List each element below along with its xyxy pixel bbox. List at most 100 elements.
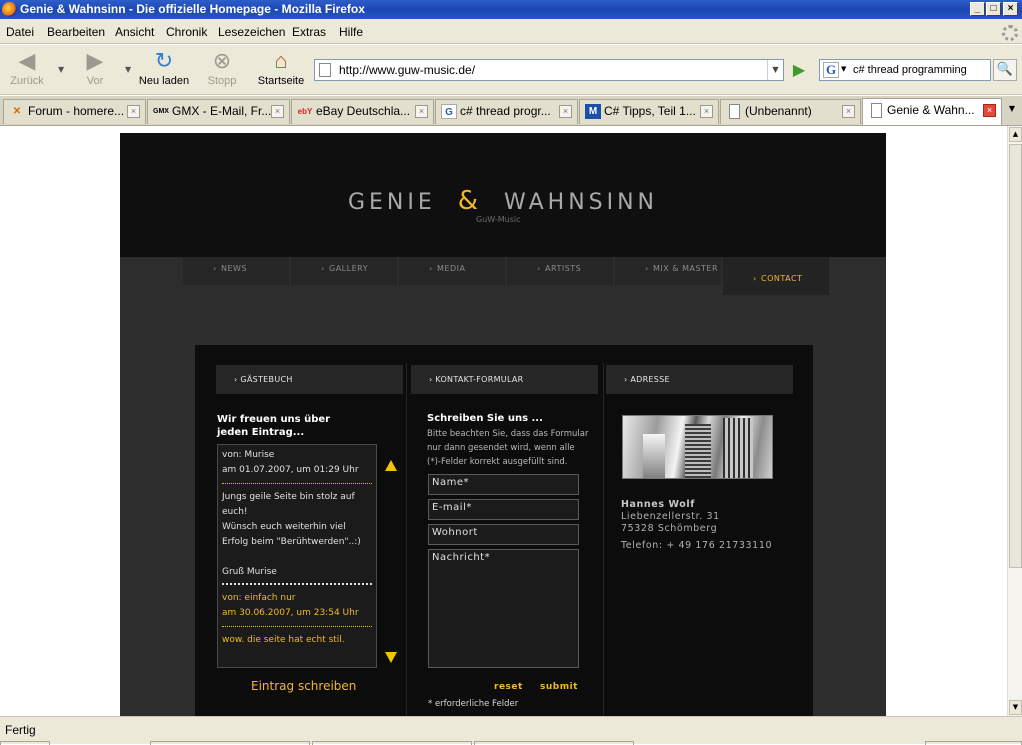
city-field[interactable]: Wohnort — [428, 524, 579, 545]
gmx-favicon: GMX — [153, 108, 169, 115]
scroll-up-icon[interactable]: ▲ — [1009, 127, 1022, 142]
minimize-button[interactable]: _ — [970, 2, 985, 16]
home-button[interactable]: ⌂ Startseite — [254, 48, 308, 88]
forward-dropdown-icon[interactable]: ▼ — [125, 65, 131, 74]
vertical-scrollbar[interactable]: ▲ ▼ — [1007, 126, 1022, 716]
address-heading: › ADRESSE — [606, 365, 793, 394]
tab-unbenannt[interactable]: (Unbenannt) × — [720, 99, 861, 124]
contact-form-heading: › KONTAKT-FORMULAR — [411, 365, 598, 394]
tab-close-icon[interactable]: × — [700, 105, 713, 118]
tab-close-icon[interactable]: × — [127, 105, 140, 118]
tab-close-icon[interactable]: × — [983, 104, 996, 117]
stop-icon: ⊗ — [212, 48, 232, 73]
logo-subtitle: GuW-Music — [476, 215, 521, 224]
nav-gallery[interactable]: › GALLERY — [291, 257, 397, 285]
nav-contact[interactable]: › CONTACT — [723, 257, 829, 295]
required-note: * erforderliche Felder — [428, 699, 519, 709]
go-arrow-icon[interactable]: ▶ — [789, 60, 809, 80]
tab-close-icon[interactable]: × — [415, 105, 428, 118]
tab-list-dropdown-icon[interactable]: ▼ — [1005, 104, 1019, 118]
url-dropdown-icon[interactable]: ▼ — [767, 60, 783, 80]
content-panel: › GÄSTEBUCH Wir freuen uns über jeden Ei… — [195, 345, 813, 716]
google-engine-icon[interactable]: G — [823, 62, 839, 78]
google-favicon: G — [441, 104, 457, 119]
guestbook-entries[interactable]: von: Murise am 01.07.2007, um 01:29 Uhr … — [217, 444, 377, 668]
back-button[interactable]: ◀ Zurück — [8, 48, 46, 88]
menu-extras[interactable]: Extras — [292, 25, 326, 39]
scroll-down-arrow-icon[interactable] — [385, 652, 397, 663]
name-field[interactable]: Name* — [428, 474, 579, 495]
nav-artists[interactable]: › ARTISTS — [507, 257, 613, 285]
menu-ansicht[interactable]: Ansicht — [115, 25, 154, 39]
menu-datei[interactable]: Datei — [6, 25, 34, 39]
home-icon: ⌂ — [274, 48, 288, 73]
menu-bearbeiten[interactable]: Bearbeiten — [47, 25, 105, 39]
tab-genie-wahnsinn[interactable]: Genie & Wahn... × — [862, 98, 1002, 125]
nav-news[interactable]: › NEWS — [183, 257, 289, 285]
url-bar[interactable]: http://www.guw-music.de/ ▼ — [314, 59, 784, 81]
email-field[interactable]: E-mail* — [428, 499, 579, 520]
tab-close-icon[interactable]: × — [559, 105, 572, 118]
chevron-right-icon: › — [645, 264, 649, 273]
back-dropdown-icon[interactable]: ▼ — [58, 65, 64, 74]
chevron-right-icon: › — [429, 264, 433, 273]
forward-button[interactable]: ▶ Vor — [80, 49, 110, 88]
url-text: http://www.guw-music.de/ — [339, 63, 476, 77]
chevron-right-icon: › — [213, 264, 217, 273]
guestbook-heading: › GÄSTEBUCH — [216, 365, 403, 394]
scroll-up-arrow-icon[interactable] — [385, 460, 397, 471]
menu-lesezeichen[interactable]: Lesezeichen — [218, 25, 285, 39]
tab-ebay[interactable]: ebY eBay Deutschla... × — [291, 99, 434, 124]
entry-date: am 30.06.2007, um 23:54 Uhr — [222, 608, 359, 618]
menu-hilfe[interactable]: Hilfe — [339, 25, 363, 39]
scroll-thumb[interactable] — [1009, 144, 1022, 568]
tab-google[interactable]: G c# thread progr... × — [435, 99, 578, 124]
write-entry-link[interactable]: Eintrag schreiben — [251, 679, 356, 693]
chevron-right-icon: › — [537, 264, 541, 273]
building-photo — [622, 415, 773, 479]
tab-forum[interactable]: ✕ Forum - homere... × — [3, 99, 146, 124]
scroll-down-icon[interactable]: ▼ — [1009, 700, 1022, 715]
engine-dropdown-icon[interactable]: ▼ — [841, 65, 846, 73]
entry-text: wow. die seite hat echt stil. — [222, 635, 345, 645]
address-phone: Telefon: + 49 176 21733110 — [621, 540, 773, 551]
throbber-icon — [1002, 25, 1018, 41]
status-bar: Fertig — [0, 716, 1022, 745]
tab-close-icon[interactable]: × — [271, 105, 284, 118]
reset-button[interactable]: reset — [494, 682, 523, 692]
reload-icon: ↻ — [154, 48, 174, 73]
stop-button[interactable]: ⊗ Stopp — [204, 48, 240, 88]
tab-csharp-tipps[interactable]: M C# Tipps, Teil 1... × — [579, 99, 719, 124]
blank-page-icon — [729, 104, 740, 119]
reload-button[interactable]: ↻ Neu laden — [138, 48, 190, 88]
entry-spacer — [222, 550, 372, 565]
entry-divider — [222, 621, 372, 627]
firefox-window: Genie & Wahnsinn - Die offizielle Homepa… — [0, 0, 1022, 745]
column-divider — [406, 363, 407, 716]
title-bar: Genie & Wahnsinn - Die offizielle Homepa… — [0, 0, 1022, 19]
submit-button[interactable]: submit — [540, 682, 578, 692]
tab-gmx[interactable]: GMX GMX - E-Mail, Fr... × — [147, 99, 290, 124]
address-street: Liebenzellerstr. 31 — [621, 511, 720, 522]
menu-chronik[interactable]: Chronik — [166, 25, 207, 39]
entry-text: Wünsch euch weiterhin viel — [222, 522, 346, 532]
tab-close-icon[interactable]: × — [842, 105, 855, 118]
ebay-favicon: ebY — [297, 107, 313, 116]
search-text: c# thread programming — [853, 64, 967, 76]
tab-bar: ✕ Forum - homere... × GMX GMX - E-Mail, … — [0, 96, 1022, 126]
entry-author: von: einfach nur — [222, 593, 296, 603]
entry-signature: Gruß Murise — [222, 567, 277, 577]
site-logo[interactable]: GENIE & WAHNSINN — [120, 186, 886, 216]
column-divider — [603, 363, 604, 716]
nav-mix-master[interactable]: › MIX & MASTER — [615, 257, 721, 285]
back-arrow-icon: ◀ — [18, 48, 36, 73]
message-field[interactable]: Nachricht* — [428, 549, 579, 668]
close-button[interactable]: × — [1003, 2, 1018, 16]
contact-info: Bitte beachten Sie, dass das Formular nu… — [427, 429, 589, 467]
entry-text: Erfolg beim "Berühtwerden"..:) — [222, 537, 361, 547]
nav-media[interactable]: › MEDIA — [399, 257, 505, 285]
maximize-button[interactable]: □ — [986, 2, 1001, 16]
search-icon[interactable]: 🔍 — [993, 59, 1017, 81]
search-input[interactable]: G ▼ c# thread programming — [819, 59, 991, 81]
entry-text: Jungs geile Seite bin stolz auf — [222, 492, 355, 502]
